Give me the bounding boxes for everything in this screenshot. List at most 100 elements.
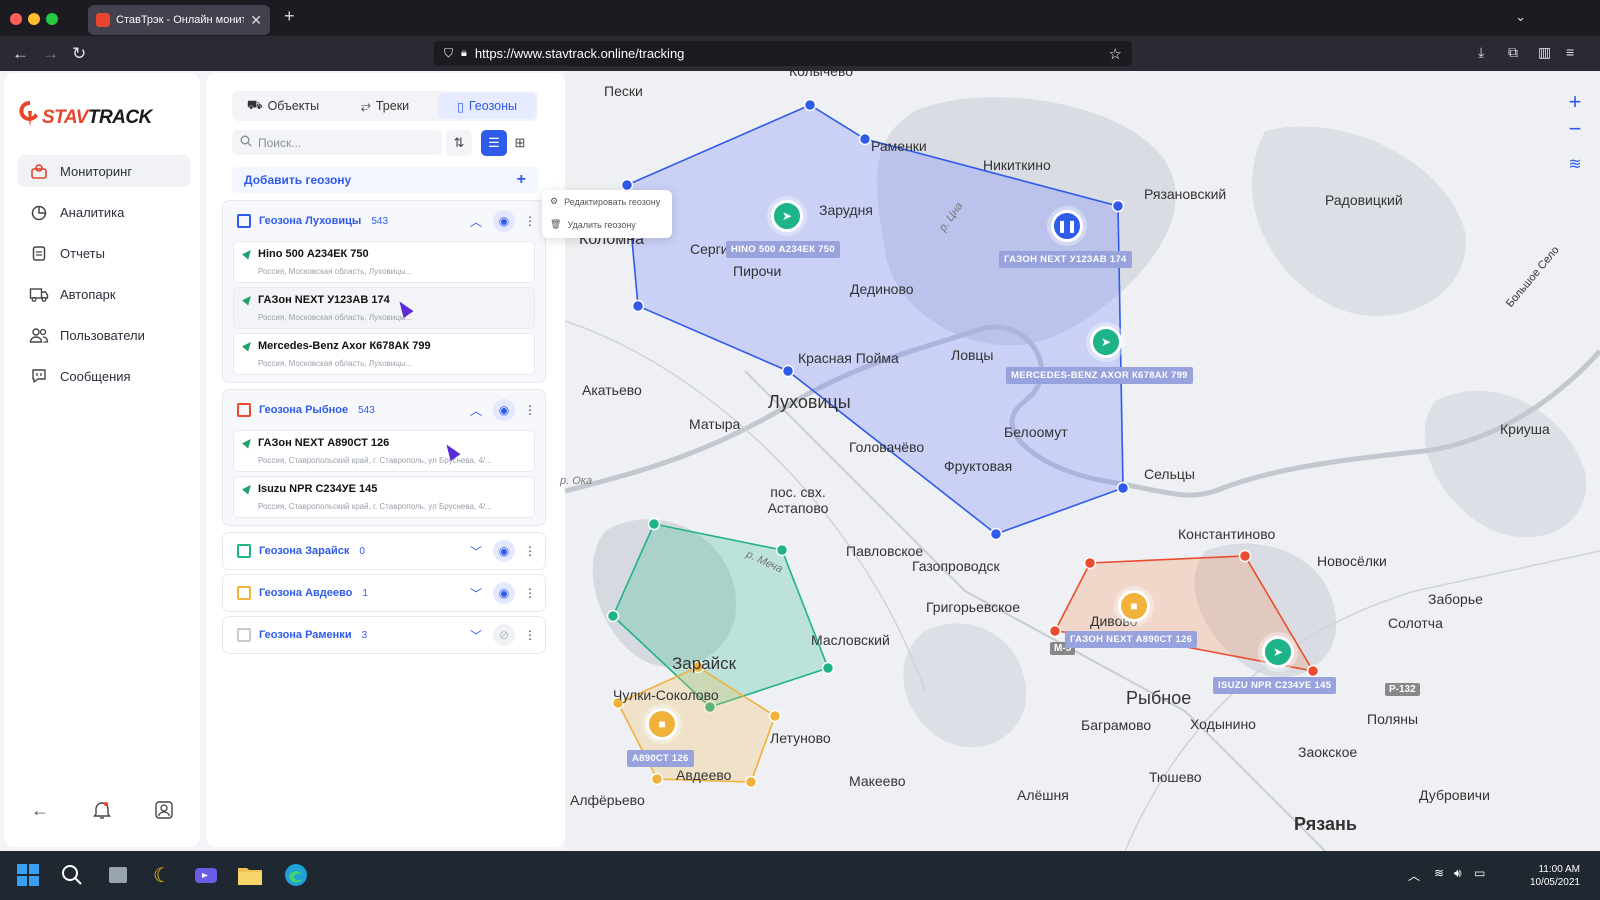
zoom-out-button[interactable]: − (1560, 114, 1590, 144)
search-placeholder: Поиск... (258, 135, 302, 150)
taskbar-clock[interactable]: 11:00 AM 10/05/2021 (1530, 863, 1580, 889)
more-vertical-icon[interactable]: ⋮ (521, 212, 539, 230)
chevron-up-icon[interactable]: ︿ (467, 401, 485, 419)
bell-icon[interactable] (90, 798, 114, 822)
sidebar-item-label: Сообщения (60, 368, 131, 384)
windows-start-icon[interactable] (14, 861, 42, 889)
place-label: Матыра (689, 416, 741, 432)
extensions-icon[interactable]: ⧉ (1508, 44, 1518, 61)
vehicle-marker-stopped[interactable]: ■ (646, 708, 678, 740)
grid-view-button[interactable]: ⊞ (507, 130, 533, 156)
wifi-icon[interactable]: ≋ (1434, 866, 1444, 880)
more-vertical-icon[interactable]: ⋮ (521, 584, 539, 602)
battery-icon[interactable]: ▭ (1474, 866, 1485, 880)
edit-geozone-item[interactable]: ⚙ Редактировать геозону (542, 190, 672, 213)
navigation-arrow-icon: ➤ (781, 209, 793, 223)
url-bar[interactable]: ⛉ 🔒︎ https://www.stavtrack.online/tracki… (434, 41, 1132, 66)
vehicle-marker-moving[interactable]: ➤ (1262, 636, 1294, 668)
new-tab-button[interactable]: + (284, 6, 295, 27)
vehicle-marker-moving[interactable]: ➤ (771, 200, 803, 232)
eye-icon[interactable]: ◉ (493, 582, 515, 604)
minimize-window-button[interactable] (28, 13, 40, 25)
reload-icon[interactable]: ↻ (72, 44, 86, 64)
vehicle-marker-stopped[interactable]: ■ (1118, 590, 1150, 622)
place-label: Зарудня (819, 202, 873, 218)
list-item[interactable]: Hino 500 А234ЕК 750 Россия, Московская об… (233, 241, 535, 283)
close-tab-icon[interactable]: ✕ (250, 12, 262, 29)
river-label: р. Ока (560, 475, 593, 487)
place-label: Летуново (770, 730, 831, 746)
eye-off-icon[interactable]: ⊘ (493, 624, 515, 646)
sidebar-item-monitoring[interactable]: Мониторинг (18, 155, 190, 187)
lock-icon: 🔒︎ (461, 47, 467, 59)
chevron-down-icon[interactable]: ﹀ (467, 626, 485, 644)
video-chat-icon[interactable] (192, 861, 220, 889)
geozone-header[interactable]: Геозона Раменки 3 ﹀ ⊘ ⋮ (223, 617, 545, 653)
trash-icon: 🗑︎ (550, 219, 562, 229)
sidebar-item-messages[interactable]: Сообщения (18, 360, 190, 392)
browser-tab[interactable]: СтавТрэк - Онлайн мониторинг ✕ (88, 5, 270, 35)
moon-app-icon[interactable]: ☾ (148, 861, 176, 889)
list-item[interactable]: Mercedes-Benz Axor К678АК 799 Россия, Мос… (233, 333, 535, 375)
tab-objects[interactable]: ⛟ Объекты (234, 93, 332, 119)
sort-button[interactable]: ⇅ (446, 130, 472, 156)
vehicle-marker-moving[interactable]: ➤ (1090, 326, 1122, 358)
menu-icon[interactable]: ≡ (1566, 44, 1574, 60)
chevron-down-icon[interactable]: ﹀ (467, 584, 485, 602)
place-label: Раменки (871, 138, 927, 154)
place-label: Чулки-Соколово (613, 687, 719, 703)
sidebar-item-fleet[interactable]: Автопарк (18, 278, 190, 310)
download-icon[interactable]: ⤓ (1478, 44, 1484, 61)
sidebar-item-users[interactable]: Пользователи (18, 319, 190, 351)
tab-label: Объекты (267, 99, 320, 113)
collapse-sidebar-icon[interactable]: ← (28, 798, 52, 822)
stop-icon: ■ (1130, 599, 1138, 613)
tray-chevron-up-icon[interactable]: ︿ (1408, 867, 1420, 884)
add-geozone-button[interactable]: Добавить геозону + (232, 167, 538, 193)
list-item[interactable]: Isuzu NPR С234УЕ 145 Россия, Ставропольск… (233, 476, 535, 518)
forward-icon[interactable]: → (42, 44, 59, 64)
place-label: Газопроводск (912, 558, 1000, 574)
sidebar-item-analytics[interactable]: Аналитика (18, 196, 190, 228)
geozone-square-icon (237, 403, 251, 417)
more-vertical-icon[interactable]: ⋮ (521, 401, 539, 419)
volume-icon[interactable]: 🔊︎ (1454, 866, 1462, 881)
sidebar-item-reports[interactable]: Отчеты (18, 237, 190, 269)
more-vertical-icon[interactable]: ⋮ (521, 626, 539, 644)
maximize-window-button[interactable] (46, 13, 58, 25)
profile-icon[interactable] (152, 798, 176, 822)
eye-icon[interactable]: ◉ (493, 399, 515, 421)
back-icon[interactable]: ← (12, 44, 29, 64)
tab-geozones[interactable]: ▯ Геозоны (438, 93, 536, 119)
delete-geozone-item[interactable]: 🗑︎ Удалить геозону (542, 213, 672, 236)
chevron-up-icon[interactable]: ︿ (467, 212, 485, 230)
search-icon[interactable] (58, 861, 86, 889)
vehicle-marker-paused[interactable]: ❚❚ (1051, 210, 1083, 242)
task-view-icon[interactable] (104, 861, 132, 889)
layers-icon[interactable]: ≋ (1560, 149, 1590, 179)
gear-icon: ⚙ (550, 196, 559, 206)
zoom-in-button[interactable]: + (1560, 87, 1590, 117)
folder-icon[interactable] (236, 861, 264, 889)
close-window-button[interactable] (10, 13, 22, 25)
list-view-button[interactable]: ☰ (481, 130, 507, 156)
tab-tracks[interactable]: ⥂ Треки (336, 93, 434, 119)
tab-list-chevron-icon[interactable]: ⌄ (1515, 9, 1526, 25)
edge-browser-icon[interactable] (282, 861, 310, 889)
map[interactable]: Колычево Пески Раменки Никиткино Рязанов… (560, 71, 1600, 851)
search-input[interactable]: Поиск... (232, 130, 442, 155)
list-item[interactable]: ГАЗон NEXT У123АВ 174 Россия, Московская … (233, 287, 535, 329)
eye-icon[interactable]: ◉ (493, 210, 515, 232)
more-vertical-icon[interactable]: ⋮ (521, 542, 539, 560)
geozone-header[interactable]: Геозона Авдеево 1 ﹀ ◉ ⋮ (223, 575, 545, 611)
geozone-name: Геозона Рыбное (259, 404, 349, 416)
list-item[interactable]: ГАЗон NEXT А890СТ 126 Россия, Ставропольс… (233, 430, 535, 472)
chevron-down-icon[interactable]: ﹀ (467, 542, 485, 560)
bookmark-star-icon[interactable]: ☆ (1109, 45, 1122, 63)
eye-icon[interactable]: ◉ (493, 540, 515, 562)
geozone-header[interactable]: Геозона Зарайск 0 ﹀ ◉ ⋮ (223, 533, 545, 569)
sidebar-toggle-icon[interactable]: ▥ (1538, 44, 1551, 61)
geozone-header[interactable]: Геозона Луховицы 543 ︿ ◉ ⋮ (223, 201, 545, 241)
geozone-header[interactable]: Геозона Рыбное 543 ︿ ◉ ⋮ (223, 390, 545, 430)
vehicle-map-label: ГАЗОН NEXT А890СТ 126 (1065, 631, 1198, 648)
